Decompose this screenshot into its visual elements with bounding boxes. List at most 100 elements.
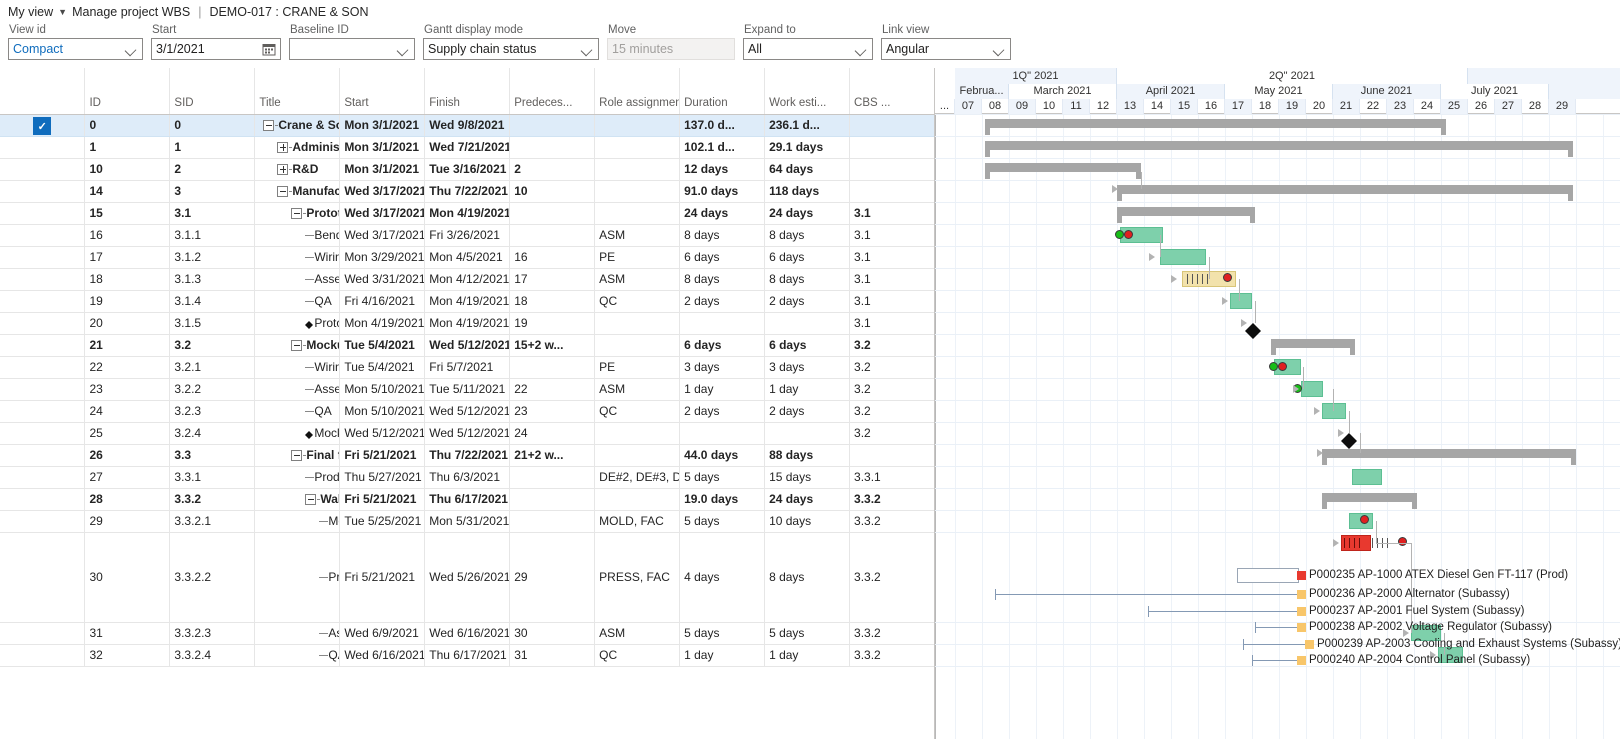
gantt-plot-area[interactable]: P000235 AP-1000 ATEX Diesel Gen FT-117 (…: [935, 114, 1620, 739]
cell-title[interactable]: Mockup fabrication complete: [255, 422, 340, 444]
cell-title[interactable]: Prototype fabrication: [255, 202, 340, 224]
table-row[interactable]: 153.1Prototype fabricationWed 3/17/2021M…: [0, 202, 935, 224]
table-row[interactable]: ✓00Crane & SonMon 3/1/2021Wed 9/8/202113…: [0, 114, 935, 136]
status-dot-alert[interactable]: [1124, 230, 1133, 239]
row-select-cell[interactable]: [0, 312, 85, 334]
gantt-summary-bar[interactable]: [985, 141, 1574, 150]
supply-chain-status-marker[interactable]: [1297, 623, 1306, 632]
row-select-cell[interactable]: [0, 644, 85, 666]
row-select-cell[interactable]: [0, 246, 85, 268]
gantt-display-mode-select[interactable]: Supply chain status: [423, 38, 599, 60]
table-row[interactable]: 203.1.5Prototype fabrication completeMon…: [0, 312, 935, 334]
chevron-down-icon[interactable]: [581, 43, 594, 56]
table-row[interactable]: 293.3.2.1MoldingTue 5/25/2021Mon 5/31/20…: [0, 510, 935, 532]
row-select-cell[interactable]: [0, 180, 85, 202]
row-select-cell[interactable]: [0, 400, 85, 422]
th-predecessors[interactable]: Predeces...: [510, 68, 595, 114]
cell-title[interactable]: QA: [255, 644, 340, 666]
gantt-milestone-marker[interactable]: [1245, 315, 1261, 331]
row-select-cell[interactable]: [0, 202, 85, 224]
th-duration[interactable]: Duration: [680, 68, 765, 114]
th-cbs[interactable]: CBS ...: [850, 68, 935, 114]
expand-icon[interactable]: [277, 164, 288, 175]
row-select-cell[interactable]: [0, 444, 85, 466]
gantt-task-bar[interactable]: [1160, 249, 1206, 265]
cell-title[interactable]: Bend and fold: [255, 224, 340, 246]
start-date-input[interactable]: 3/1/2021: [151, 38, 281, 60]
table-row[interactable]: 263.3Final fabricationFri 5/21/2021Thu 7…: [0, 444, 935, 466]
collapse-icon[interactable]: [291, 208, 302, 219]
th-sid[interactable]: SID: [170, 68, 255, 114]
table-row[interactable]: 233.2.2AssemblyMon 5/10/2021Tue 5/11/202…: [0, 378, 935, 400]
cell-title[interactable]: Final fabrication: [255, 444, 340, 466]
cell-title[interactable]: Wiring: [255, 246, 340, 268]
breadcrumb-my-view[interactable]: My view: [8, 5, 53, 19]
chevron-down-icon[interactable]: [125, 43, 138, 56]
cell-title[interactable]: Manufacturing: [255, 180, 340, 202]
checkmark-icon[interactable]: ✓: [33, 117, 51, 135]
gantt-summary-bar[interactable]: [985, 163, 1142, 172]
table-row[interactable]: 102R&DMon 3/1/2021Tue 3/16/2021212 days6…: [0, 158, 935, 180]
gantt-summary-bar[interactable]: [985, 119, 1447, 128]
row-select-cell[interactable]: [0, 466, 85, 488]
row-select-cell[interactable]: [0, 622, 85, 644]
supply-chain-status-marker[interactable]: [1297, 656, 1306, 665]
status-dot-alert[interactable]: [1398, 537, 1407, 546]
expand-icon[interactable]: [277, 142, 288, 153]
cell-title[interactable]: Assembly: [255, 378, 340, 400]
status-dot-alert[interactable]: [1278, 362, 1287, 371]
chevron-down-icon[interactable]: [993, 43, 1006, 56]
cell-title[interactable]: Wiring: [255, 356, 340, 378]
cell-title[interactable]: Assembly: [255, 622, 340, 644]
status-dot-alert[interactable]: [1360, 515, 1369, 524]
row-select-cell[interactable]: [0, 378, 85, 400]
cell-title[interactable]: Prototype fabrication complete: [255, 312, 340, 334]
gantt-task-bar[interactable]: [1352, 469, 1382, 485]
table-row[interactable]: 313.3.2.3AssemblyWed 6/9/2021Wed 6/16/20…: [0, 622, 935, 644]
row-select-cell[interactable]: [0, 158, 85, 180]
row-select-cell[interactable]: [0, 488, 85, 510]
table-row[interactable]: 243.2.3QAMon 5/10/2021Wed 5/12/202123QC2…: [0, 400, 935, 422]
row-select-cell[interactable]: [0, 290, 85, 312]
th-finish[interactable]: Finish: [425, 68, 510, 114]
wbs-grid[interactable]: ID SID Title Start Finish Predeces... Ro…: [0, 68, 935, 739]
cell-title[interactable]: Mockup fabrication: [255, 334, 340, 356]
expand-to-select[interactable]: All: [743, 38, 873, 60]
table-row[interactable]: 323.3.2.4QAWed 6/16/2021Thu 6/17/202131Q…: [0, 644, 935, 666]
cell-title[interactable]: Pressing: [255, 532, 340, 622]
gantt-summary-bar[interactable]: [1322, 493, 1417, 502]
collapse-icon[interactable]: [305, 494, 316, 505]
cell-title[interactable]: Administration & Oversight: [255, 136, 340, 158]
th-start[interactable]: Start: [340, 68, 425, 114]
row-select-cell[interactable]: [0, 532, 85, 622]
row-select-cell[interactable]: [0, 422, 85, 444]
th-role-assignments[interactable]: Role assignments: [595, 68, 680, 114]
collapse-icon[interactable]: [291, 450, 302, 461]
table-row[interactable]: 163.1.1Bend and foldWed 3/17/2021Fri 3/2…: [0, 224, 935, 246]
chevron-down-icon[interactable]: ▼: [58, 7, 67, 17]
table-row[interactable]: 173.1.2WiringMon 3/29/2021Mon 4/5/202116…: [0, 246, 935, 268]
view-id-select[interactable]: Compact: [8, 38, 143, 60]
supply-chain-status-marker[interactable]: [1297, 571, 1306, 580]
th-work-estimate[interactable]: Work esti...: [765, 68, 850, 114]
th-title[interactable]: Title: [255, 68, 340, 114]
cell-title[interactable]: Crane & Son: [255, 114, 340, 136]
chevron-down-icon[interactable]: [397, 43, 410, 56]
calendar-icon[interactable]: [262, 42, 276, 56]
th-select[interactable]: [0, 68, 85, 114]
cell-title[interactable]: Molding: [255, 510, 340, 532]
row-select-cell[interactable]: [0, 268, 85, 290]
table-row[interactable]: 213.2Mockup fabricationTue 5/4/2021Wed 5…: [0, 334, 935, 356]
baseline-id-select[interactable]: [289, 38, 415, 60]
cell-title[interactable]: QA: [255, 290, 340, 312]
row-select-cell[interactable]: ✓: [0, 114, 85, 136]
supply-chain-status-marker[interactable]: [1305, 640, 1314, 649]
row-select-cell[interactable]: [0, 510, 85, 532]
row-select-cell[interactable]: [0, 334, 85, 356]
table-row[interactable]: 183.1.3AssemblyWed 3/31/2021Mon 4/12/202…: [0, 268, 935, 290]
collapse-icon[interactable]: [291, 340, 302, 351]
breadcrumb-manage-wbs[interactable]: Manage project WBS: [72, 5, 190, 19]
table-row[interactable]: 253.2.4Mockup fabrication completeWed 5/…: [0, 422, 935, 444]
cell-title[interactable]: R&D: [255, 158, 340, 180]
cell-title[interactable]: Assembly: [255, 268, 340, 290]
